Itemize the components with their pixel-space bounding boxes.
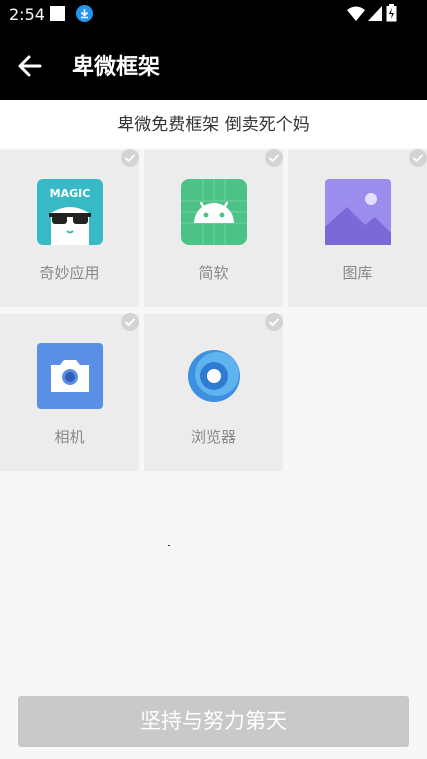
magic-sunglasses-icon: MAGIC [37,179,103,245]
android-robot-icon [181,179,247,245]
check-corner-icon [409,149,427,167]
app-label: 简软 [198,264,229,282]
notification-square-icon [50,6,65,21]
persistence-days-button[interactable]: 坚持与努力第天 [18,696,409,747]
signal-icon [368,6,382,25]
battery-icon [386,4,397,26]
app-tile-magic[interactable]: MAGIC 奇妙应用 [0,149,139,307]
app-tile-android[interactable]: 简软 [144,149,283,307]
status-time: 2:54 [9,5,45,24]
app-label: 图库 [342,264,373,282]
magic-icon-text: MAGIC [50,187,91,200]
browser-circle-icon [181,343,247,409]
app-tile-camera[interactable]: 相机 [0,313,139,471]
check-corner-icon [265,313,283,331]
status-bar: 2:54 [0,0,427,28]
camera-icon [37,343,103,409]
app-label: 奇妙应用 [39,264,100,282]
check-corner-icon [265,149,283,167]
app-label: 相机 [54,428,85,446]
page-title: 卑微框架 [72,55,161,80]
back-arrow-icon[interactable] [16,52,44,80]
app-bar: 卑微框架 [0,28,427,100]
check-corner-icon [121,149,139,167]
stray-dot [168,545,170,546]
wifi-icon [347,6,365,25]
app-tile-browser[interactable]: 浏览器 [144,313,283,471]
app-tile-gallery[interactable]: 图库 [288,149,427,307]
check-corner-icon [121,313,139,331]
gallery-picture-icon [325,179,391,245]
download-notification-icon [76,5,93,22]
subtitle-banner: 卑微免费框架 倒卖死个妈 [0,100,427,148]
app-label: 浏览器 [190,428,236,446]
